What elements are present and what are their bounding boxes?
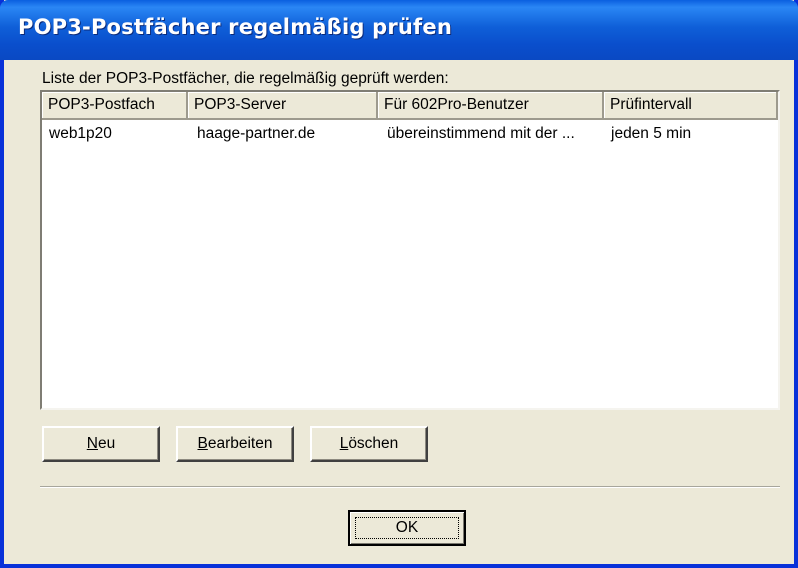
delete-button[interactable]: Löschen (310, 426, 428, 462)
ok-button-label: OK (355, 517, 459, 539)
edit-button-mnemonic: B (197, 435, 208, 452)
list-row[interactable]: web1p20 haage-partner.de übereinstimmend… (42, 122, 778, 146)
new-button[interactable]: Neu (42, 426, 160, 462)
dialog-window: POP3-Postfächer regelmäßig prüfen Liste … (0, 0, 798, 568)
edit-button[interactable]: Bearbeiten (176, 426, 294, 462)
cell-server: haage-partner.de (197, 125, 316, 142)
ok-button[interactable]: OK (348, 510, 466, 546)
mailbox-list[interactable]: POP3-Postfach POP3-Server Für 602Pro-Ben… (40, 90, 780, 410)
list-header: POP3-Postfach POP3-Server Für 602Pro-Ben… (42, 92, 778, 120)
column-header-server[interactable]: POP3-Server (188, 92, 378, 120)
new-button-label: eu (97, 435, 116, 452)
edit-button-label: earbeiten (207, 435, 273, 452)
cell-interval: jeden 5 min (611, 125, 692, 142)
separator (40, 486, 780, 488)
list-caption: Liste der POP3-Postfächer, die regelmäßi… (42, 70, 449, 87)
delete-button-label: öschen (348, 435, 399, 452)
column-header-user[interactable]: Für 602Pro-Benutzer (378, 92, 604, 120)
title-bar[interactable]: POP3-Postfächer regelmäßig prüfen (0, 0, 798, 60)
column-header-mailbox[interactable]: POP3-Postfach (42, 92, 188, 120)
cell-mailbox: web1p20 (49, 125, 112, 142)
column-header-interval[interactable]: Prüfintervall (604, 92, 778, 120)
window-title: POP3-Postfächer regelmäßig prüfen (18, 15, 452, 39)
new-button-mnemonic: N (86, 435, 98, 452)
cell-user: übereinstimmend mit der ... (387, 125, 575, 142)
